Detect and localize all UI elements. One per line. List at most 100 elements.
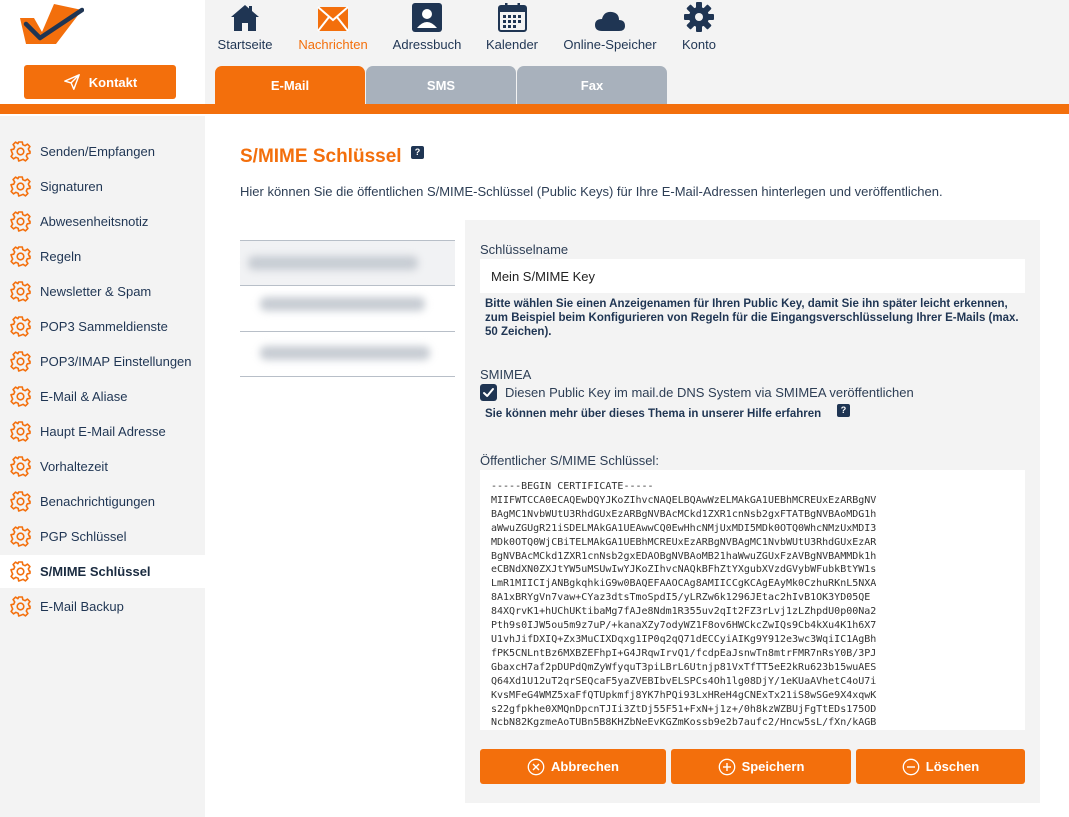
settings-gear-icon <box>10 246 31 267</box>
nav-konto[interactable]: Konto <box>678 0 720 56</box>
sidebar-item-label: POP3/IMAP Einstellungen <box>40 354 192 369</box>
settings-gear-icon <box>10 281 31 302</box>
kontakt-label: Kontakt <box>88 74 138 90</box>
settings-gear-icon <box>10 141 31 162</box>
sidebar-item-label: Senden/Empfangen <box>40 144 155 159</box>
sidebar-item-signaturen[interactable]: Signaturen <box>0 170 205 203</box>
sidebar-item-haupt-e-mail-adresse[interactable]: Haupt E-Mail Adresse <box>0 415 205 448</box>
help-icon[interactable]: ? <box>837 404 850 417</box>
checkmark-icon <box>483 388 494 397</box>
sidebar-item-regeln[interactable]: Regeln <box>0 240 205 273</box>
key-name-input[interactable] <box>480 259 1025 293</box>
divider <box>240 285 455 286</box>
redacted-entry[interactable] <box>260 346 430 360</box>
settings-gear-icon <box>10 596 31 617</box>
envelope-icon <box>317 0 349 32</box>
sidebar-item-e-mail-aliase[interactable]: E-Mail & Aliase <box>0 380 205 413</box>
sidebar-item-newsletter-spam[interactable]: Newsletter & Spam <box>0 275 205 308</box>
plus-icon <box>718 758 735 775</box>
nav-label: Adressbuch <box>392 37 462 52</box>
redacted-entry <box>248 256 418 270</box>
settings-gear-icon <box>10 526 31 547</box>
cancel-icon <box>527 758 545 775</box>
sidebar-item-label: Regeln <box>40 249 82 264</box>
nav-label: Online-Speicher <box>563 37 657 52</box>
key-list <box>240 240 455 380</box>
calendar-icon <box>497 0 527 32</box>
certificate-label: Öffentlicher S/MIME Schlüssel: <box>480 453 659 468</box>
sidebar-item-label: PGP Schlüssel <box>40 529 127 544</box>
sidebar-item-label: Abwesenheitsnotiz <box>40 214 149 229</box>
settings-gear-icon <box>10 491 31 512</box>
settings-gear-icon <box>10 316 31 337</box>
delete-label: Löschen <box>925 759 980 774</box>
certificate-textarea[interactable]: -----BEGIN CERTIFICATE----- MIIFWTCCA0EC… <box>480 470 1025 730</box>
sidebar-item-label: E-Mail Backup <box>40 599 124 614</box>
sidebar-item-pgp-schlüssel[interactable]: PGP Schlüssel <box>0 520 205 553</box>
sidebar-item-label: S/MIME Schlüssel <box>40 564 151 579</box>
header-divider <box>0 104 1069 114</box>
nav-label: Startseite <box>217 37 273 52</box>
sidebar-item-label: Newsletter & Spam <box>40 284 152 299</box>
tab-label: Fax <box>580 77 604 93</box>
contact-book-icon <box>412 0 442 32</box>
page-description: Hier können Sie die öffentlichen S/MIME-… <box>240 184 943 199</box>
nav-label: Konto <box>682 37 716 52</box>
sidebar-item-benachrichtigungen[interactable]: Benachrichtigungen <box>0 485 205 518</box>
sidebar-item-vorhaltezeit[interactable]: Vorhaltezeit <box>0 450 205 483</box>
settings-gear-icon <box>10 176 31 197</box>
sidebar-item-label: Signaturen <box>40 179 103 194</box>
settings-gear-icon <box>10 456 31 477</box>
cloud-icon <box>594 0 626 32</box>
sidebar-item-e-mail-backup[interactable]: E-Mail Backup <box>0 590 205 623</box>
settings-gear-icon <box>10 421 31 442</box>
sidebar-item-label: Haupt E-Mail Adresse <box>40 424 166 439</box>
sidebar-item-senden-empfangen[interactable]: Senden/Empfangen <box>0 135 205 168</box>
sidebar-item-label: Vorhaltezeit <box>40 459 108 474</box>
tab-label: SMS <box>426 77 456 93</box>
nav-label: Nachrichten <box>298 37 368 52</box>
help-icon[interactable]: ? <box>411 146 424 159</box>
redacted-entry[interactable] <box>260 297 425 311</box>
page-title: S/MIME Schlüssel <box>240 146 402 167</box>
smimea-label: SMIMEA <box>480 367 532 382</box>
key-name-hint: Bitte wählen Sie einen Anzeigenamen für … <box>485 298 1019 338</box>
nav-online-speicher[interactable]: Online-Speicher <box>560 0 660 56</box>
smimea-checkbox-label[interactable]: Diesen Public Key im mail.de DNS System … <box>505 385 914 400</box>
sidebar-item-label: Benachrichtigungen <box>40 494 155 509</box>
smimea-checkbox[interactable] <box>480 384 497 401</box>
logo-icon[interactable] <box>20 4 84 46</box>
cancel-label: Abbrechen <box>551 759 619 774</box>
sidebar-item-pop3-imap-einstellungen[interactable]: POP3/IMAP Einstellungen <box>0 345 205 378</box>
sidebar-item-label: POP3 Sammeldienste <box>40 319 168 334</box>
divider <box>240 376 455 377</box>
tab-label: E-Mail <box>270 77 310 93</box>
save-button[interactable]: Speichern <box>671 749 851 784</box>
nav-nachrichten[interactable]: Nachrichten <box>296 0 370 56</box>
sidebar-item-s-mime-schlüssel[interactable]: S/MIME Schlüssel <box>0 555 205 588</box>
nav-adressbuch[interactable]: Adressbuch <box>391 0 463 56</box>
save-label: Speichern <box>741 759 805 774</box>
nav-startseite[interactable]: Startseite <box>215 0 275 56</box>
divider <box>240 331 455 332</box>
settings-gear-icon <box>10 351 31 372</box>
header: Kontakt Startseite Nachrichten Adressbuc… <box>0 0 1069 116</box>
tab-email[interactable]: E-Mail <box>215 66 365 104</box>
nav-kalender[interactable]: Kalender <box>484 0 540 56</box>
home-icon <box>230 0 260 32</box>
help-link[interactable]: Sie können mehr über dieses Thema in uns… <box>485 408 821 420</box>
settings-gear-icon <box>10 386 31 407</box>
nav-label: Kalender <box>485 37 539 52</box>
minus-icon <box>902 758 920 775</box>
tab-fax[interactable]: Fax <box>517 66 667 104</box>
kontakt-button[interactable]: Kontakt <box>24 65 176 99</box>
sidebar-item-pop3-sammeldienste[interactable]: POP3 Sammeldienste <box>0 310 205 343</box>
settings-gear-icon <box>10 211 31 232</box>
key-name-label: Schlüsselname <box>480 242 569 257</box>
tab-sms[interactable]: SMS <box>366 66 516 104</box>
gear-icon <box>684 0 714 32</box>
cancel-button[interactable]: Abbrechen <box>480 749 666 784</box>
delete-button[interactable]: Löschen <box>856 749 1025 784</box>
sidebar-item-abwesenheitsnotiz[interactable]: Abwesenheitsnotiz <box>0 205 205 238</box>
send-icon <box>63 74 80 90</box>
